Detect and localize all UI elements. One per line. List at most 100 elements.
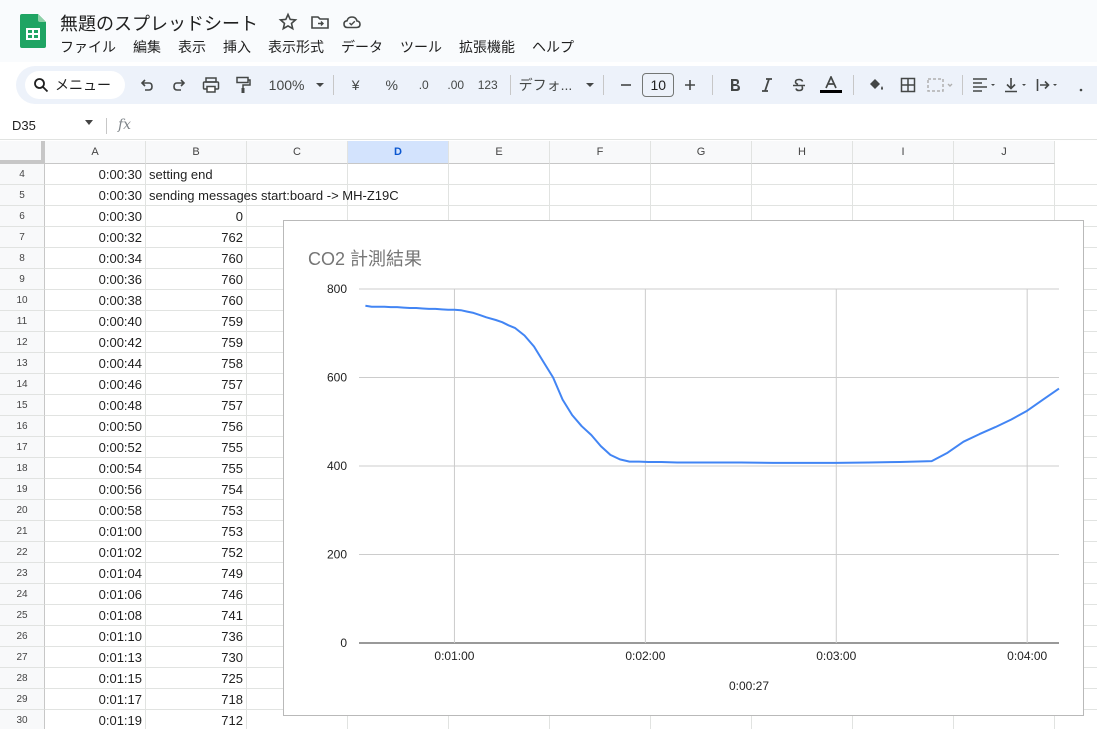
cell-a5[interactable]: 0:00:30	[45, 185, 146, 206]
redo-icon[interactable]	[165, 71, 193, 99]
star-icon[interactable]	[278, 12, 298, 32]
column-header-i[interactable]: I	[853, 141, 954, 164]
cell-a11[interactable]: 0:00:40	[45, 311, 146, 332]
sheets-logo-icon[interactable]	[20, 14, 46, 48]
cell-a23[interactable]: 0:01:04	[45, 563, 146, 584]
row-header-13[interactable]: 13	[0, 353, 45, 374]
column-header-e[interactable]: E	[449, 141, 550, 164]
row-header-5[interactable]: 5	[0, 185, 45, 206]
cell-b12[interactable]: 759	[146, 332, 247, 353]
cell-b14[interactable]: 757	[146, 374, 247, 395]
row-header-28[interactable]: 28	[0, 668, 45, 689]
cell-a9[interactable]: 0:00:36	[45, 269, 146, 290]
cloud-status-icon[interactable]	[342, 12, 362, 32]
cell-a26[interactable]: 0:01:10	[45, 626, 146, 647]
cell-a13[interactable]: 0:00:44	[45, 353, 146, 374]
cell-b5[interactable]: sending messages start:board -> MH-Z19C	[146, 185, 546, 206]
cell-a16[interactable]: 0:00:50	[45, 416, 146, 437]
menu-format[interactable]: 表示形式	[268, 37, 324, 57]
cell-b26[interactable]: 736	[146, 626, 247, 647]
row-header-4[interactable]: 4	[0, 164, 45, 185]
cell-b27[interactable]: 730	[146, 647, 247, 668]
document-title[interactable]: 無題のスプレッドシート	[60, 10, 258, 36]
italic-icon[interactable]	[753, 71, 781, 99]
row-header-30[interactable]: 30	[0, 710, 45, 729]
cell-a29[interactable]: 0:01:17	[45, 689, 146, 710]
menu-tools[interactable]: ツール	[400, 37, 442, 57]
cell-b15[interactable]: 757	[146, 395, 247, 416]
row-header-16[interactable]: 16	[0, 416, 45, 437]
currency-format-button[interactable]: ¥	[342, 71, 370, 99]
percent-format-button[interactable]: %	[378, 71, 406, 99]
vertical-align-icon[interactable]	[1003, 71, 1031, 99]
fill-color-icon[interactable]	[862, 71, 890, 99]
strikethrough-icon[interactable]	[785, 71, 813, 99]
cell-b16[interactable]: 756	[146, 416, 247, 437]
cell-b11[interactable]: 759	[146, 311, 247, 332]
row-header-7[interactable]: 7	[0, 227, 45, 248]
menu-file[interactable]: ファイル	[60, 37, 116, 57]
column-header-j[interactable]: J	[954, 141, 1055, 164]
cell-a15[interactable]: 0:00:48	[45, 395, 146, 416]
menu-search-button[interactable]: メニュー	[25, 71, 125, 99]
decrease-decimal-button[interactable]: .0	[410, 71, 438, 99]
cell-b29[interactable]: 718	[146, 689, 247, 710]
cell-a12[interactable]: 0:00:42	[45, 332, 146, 353]
undo-icon[interactable]	[133, 71, 161, 99]
cell-a10[interactable]: 0:00:38	[45, 290, 146, 311]
increase-decimal-button[interactable]: .00	[442, 71, 470, 99]
cell-a22[interactable]: 0:01:02	[45, 542, 146, 563]
merge-cells-icon[interactable]	[926, 71, 954, 99]
column-header-a[interactable]: A	[45, 141, 146, 164]
menu-help[interactable]: ヘルプ	[532, 37, 574, 57]
menu-view[interactable]: 表示	[178, 37, 206, 57]
cell-b6[interactable]: 0	[146, 206, 247, 227]
column-header-h[interactable]: H	[752, 141, 853, 164]
column-header-d[interactable]: D	[348, 141, 449, 164]
row-header-14[interactable]: 14	[0, 374, 45, 395]
cell-a30[interactable]: 0:01:19	[45, 710, 146, 729]
bold-icon[interactable]	[721, 71, 749, 99]
name-box[interactable]: D35	[12, 118, 36, 133]
move-folder-icon[interactable]	[310, 12, 330, 32]
cell-b25[interactable]: 741	[146, 605, 247, 626]
menu-data[interactable]: データ	[341, 37, 383, 57]
row-header-10[interactable]: 10	[0, 290, 45, 311]
row-header-22[interactable]: 22	[0, 542, 45, 563]
menu-edit[interactable]: 編集	[133, 37, 161, 57]
font-size-input[interactable]: 10	[642, 73, 675, 97]
row-header-26[interactable]: 26	[0, 626, 45, 647]
horizontal-align-icon[interactable]	[971, 71, 999, 99]
row-header-23[interactable]: 23	[0, 563, 45, 584]
cell-a8[interactable]: 0:00:34	[45, 248, 146, 269]
menu-extensions[interactable]: 拡張機能	[459, 37, 515, 57]
increase-font-size-button[interactable]	[676, 71, 704, 99]
row-header-27[interactable]: 27	[0, 647, 45, 668]
select-all-corner[interactable]	[0, 141, 45, 164]
cell-a28[interactable]: 0:01:15	[45, 668, 146, 689]
cell-b20[interactable]: 753	[146, 500, 247, 521]
row-header-12[interactable]: 12	[0, 332, 45, 353]
cell-a6[interactable]: 0:00:30	[45, 206, 146, 227]
cell-a7[interactable]: 0:00:32	[45, 227, 146, 248]
row-header-25[interactable]: 25	[0, 605, 45, 626]
text-color-icon[interactable]	[817, 71, 845, 99]
row-header-11[interactable]: 11	[0, 311, 45, 332]
more-options-icon[interactable]	[1067, 71, 1095, 99]
cell-b23[interactable]: 749	[146, 563, 247, 584]
cell-b21[interactable]: 753	[146, 521, 247, 542]
row-header-8[interactable]: 8	[0, 248, 45, 269]
print-icon[interactable]	[197, 71, 225, 99]
cell-a20[interactable]: 0:00:58	[45, 500, 146, 521]
column-header-g[interactable]: G	[651, 141, 752, 164]
cell-b7[interactable]: 762	[146, 227, 247, 248]
row-header-24[interactable]: 24	[0, 584, 45, 605]
column-header-c[interactable]: C	[247, 141, 348, 164]
cell-a14[interactable]: 0:00:46	[45, 374, 146, 395]
cell-a24[interactable]: 0:01:06	[45, 584, 146, 605]
row-header-19[interactable]: 19	[0, 479, 45, 500]
name-box-chevron-icon[interactable]	[85, 120, 93, 125]
text-wrap-icon[interactable]	[1035, 71, 1063, 99]
cell-a27[interactable]: 0:01:13	[45, 647, 146, 668]
row-header-15[interactable]: 15	[0, 395, 45, 416]
